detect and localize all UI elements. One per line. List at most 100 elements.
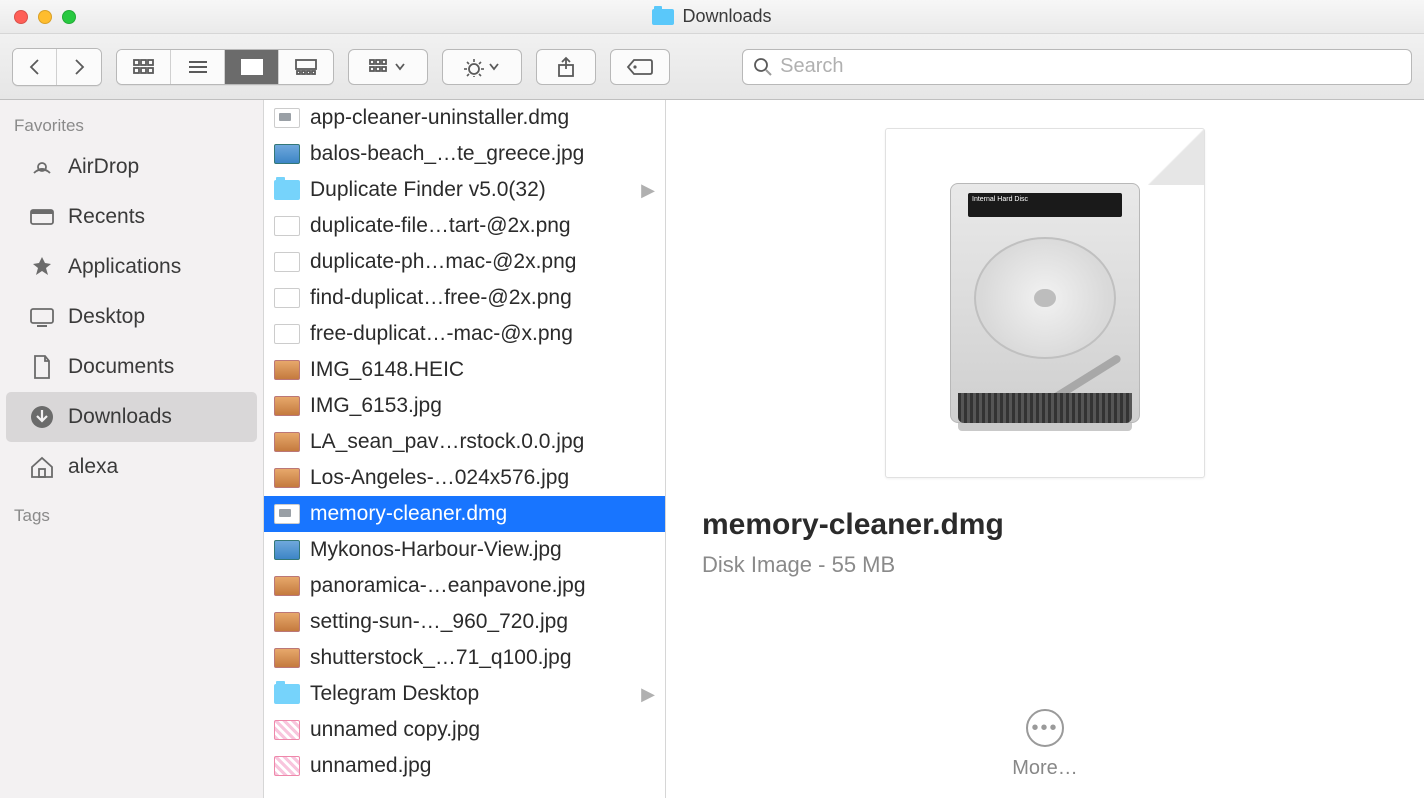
file-row[interactable]: app-cleaner-uninstaller.dmg bbox=[264, 100, 665, 136]
preview-thumbnail: Internal Hard Disc bbox=[885, 128, 1205, 478]
preview-panel: Internal Hard Disc memory-cleaner.dmg Di… bbox=[666, 100, 1424, 798]
file-thumb-icon bbox=[274, 468, 300, 488]
airdrop-icon bbox=[28, 153, 56, 181]
forward-button[interactable] bbox=[57, 49, 101, 85]
body: Favorites AirDropRecentsApplicationsDesk… bbox=[0, 100, 1424, 798]
file-name: Telegram Desktop bbox=[310, 682, 479, 706]
file-thumb-icon bbox=[274, 216, 300, 236]
file-name: IMG_6148.HEIC bbox=[310, 358, 464, 382]
zoom-window-button[interactable] bbox=[62, 10, 76, 24]
more-label: More… bbox=[1012, 757, 1078, 780]
file-thumb-icon bbox=[274, 252, 300, 272]
file-name: LA_sean_pav…rstock.0.0.jpg bbox=[310, 430, 584, 454]
file-row[interactable]: shutterstock_…71_q100.jpg bbox=[264, 640, 665, 676]
file-thumb-icon bbox=[274, 684, 300, 704]
file-thumb-icon bbox=[274, 144, 300, 164]
chevron-right-icon: ▶ bbox=[641, 180, 655, 201]
search-field[interactable] bbox=[742, 49, 1412, 85]
icon-view-button[interactable] bbox=[117, 50, 171, 84]
sidebar-item-label: Recents bbox=[68, 205, 145, 229]
arrange-dropdown[interactable] bbox=[348, 49, 428, 85]
sidebar-item-recents[interactable]: Recents bbox=[6, 192, 257, 242]
file-name: memory-cleaner.dmg bbox=[310, 502, 507, 526]
file-name: unnamed.jpg bbox=[310, 754, 431, 778]
desktop-icon bbox=[28, 303, 56, 331]
file-row[interactable]: IMG_6148.HEIC bbox=[264, 352, 665, 388]
search-input[interactable] bbox=[780, 55, 1401, 78]
file-row[interactable]: panoramica-…eanpavone.jpg bbox=[264, 568, 665, 604]
close-window-button[interactable] bbox=[14, 10, 28, 24]
downloads-icon bbox=[28, 403, 56, 431]
window-title: Downloads bbox=[682, 6, 771, 27]
sidebar-item-label: Desktop bbox=[68, 305, 145, 329]
file-thumb-icon bbox=[274, 360, 300, 380]
sidebar-item-alexa[interactable]: alexa bbox=[6, 442, 257, 492]
view-mode-segmented bbox=[116, 49, 334, 85]
file-row[interactable]: IMG_6153.jpg bbox=[264, 388, 665, 424]
documents-icon bbox=[28, 353, 56, 381]
more-button[interactable]: ••• bbox=[1026, 709, 1064, 747]
file-thumb-icon bbox=[274, 288, 300, 308]
file-name: balos-beach_…te_greece.jpg bbox=[310, 142, 584, 166]
file-row[interactable]: memory-cleaner.dmg bbox=[264, 496, 665, 532]
finder-window: Downloads bbox=[0, 0, 1424, 798]
action-dropdown[interactable] bbox=[442, 49, 522, 85]
window-title-group: Downloads bbox=[0, 6, 1424, 27]
file-row[interactable]: duplicate-ph…mac-@2x.png bbox=[264, 244, 665, 280]
file-row[interactable]: find-duplicat…free-@2x.png bbox=[264, 280, 665, 316]
gallery-view-button[interactable] bbox=[279, 50, 333, 84]
file-thumb-icon bbox=[274, 324, 300, 344]
file-row[interactable]: Duplicate Finder v5.0(32) ▶ bbox=[264, 172, 665, 208]
file-name: unnamed copy.jpg bbox=[310, 718, 480, 742]
file-row[interactable]: LA_sean_pav…rstock.0.0.jpg bbox=[264, 424, 665, 460]
home-icon bbox=[28, 453, 56, 481]
file-name: Los-Angeles-…024x576.jpg bbox=[310, 466, 569, 490]
file-thumb-icon bbox=[274, 648, 300, 668]
file-row[interactable]: unnamed.jpg bbox=[264, 748, 665, 784]
file-name: IMG_6153.jpg bbox=[310, 394, 442, 418]
file-name: free-duplicat…-mac-@x.png bbox=[310, 322, 573, 346]
toolbar bbox=[0, 34, 1424, 100]
back-button[interactable] bbox=[13, 49, 57, 85]
tags-button[interactable] bbox=[610, 49, 670, 85]
file-thumb-icon bbox=[274, 540, 300, 560]
sidebar-item-applications[interactable]: Applications bbox=[6, 242, 257, 292]
chevron-right-icon: ▶ bbox=[641, 684, 655, 705]
list-view-button[interactable] bbox=[171, 50, 225, 84]
file-row[interactable]: Los-Angeles-…024x576.jpg bbox=[264, 460, 665, 496]
file-row[interactable]: setting-sun-…_960_720.jpg bbox=[264, 604, 665, 640]
sidebar-item-label: Documents bbox=[68, 355, 174, 379]
sidebar-item-downloads[interactable]: Downloads bbox=[6, 392, 257, 442]
file-name: find-duplicat…free-@2x.png bbox=[310, 286, 572, 310]
preview-filename: memory-cleaner.dmg bbox=[702, 508, 1004, 542]
file-row[interactable]: unnamed copy.jpg bbox=[264, 712, 665, 748]
sidebar-item-label: AirDrop bbox=[68, 155, 139, 179]
sidebar: Favorites AirDropRecentsApplicationsDesk… bbox=[0, 100, 264, 798]
minimize-window-button[interactable] bbox=[38, 10, 52, 24]
column-view-button[interactable] bbox=[225, 50, 279, 84]
file-row[interactable]: Mykonos-Harbour-View.jpg bbox=[264, 532, 665, 568]
file-thumb-icon bbox=[274, 576, 300, 596]
sidebar-item-label: alexa bbox=[68, 455, 118, 479]
sidebar-item-documents[interactable]: Documents bbox=[6, 342, 257, 392]
file-row[interactable]: balos-beach_…te_greece.jpg bbox=[264, 136, 665, 172]
file-thumb-icon bbox=[274, 504, 300, 524]
sidebar-item-airdrop[interactable]: AirDrop bbox=[6, 142, 257, 192]
recents-icon bbox=[28, 203, 56, 231]
share-button[interactable] bbox=[536, 49, 596, 85]
file-list-column[interactable]: app-cleaner-uninstaller.dmg balos-beach_…… bbox=[264, 100, 666, 798]
file-name: Duplicate Finder v5.0(32) bbox=[310, 178, 546, 202]
disk-image-icon: Internal Hard Disc bbox=[950, 183, 1140, 423]
file-thumb-icon bbox=[274, 396, 300, 416]
file-thumb-icon bbox=[274, 180, 300, 200]
file-thumb-icon bbox=[274, 108, 300, 128]
search-icon bbox=[753, 57, 772, 77]
file-name: shutterstock_…71_q100.jpg bbox=[310, 646, 572, 670]
sidebar-item-label: Downloads bbox=[68, 405, 172, 429]
file-name: duplicate-ph…mac-@2x.png bbox=[310, 250, 576, 274]
file-row[interactable]: free-duplicat…-mac-@x.png bbox=[264, 316, 665, 352]
window-controls bbox=[14, 10, 76, 24]
sidebar-item-desktop[interactable]: Desktop bbox=[6, 292, 257, 342]
file-row[interactable]: Telegram Desktop ▶ bbox=[264, 676, 665, 712]
file-row[interactable]: duplicate-file…tart-@2x.png bbox=[264, 208, 665, 244]
